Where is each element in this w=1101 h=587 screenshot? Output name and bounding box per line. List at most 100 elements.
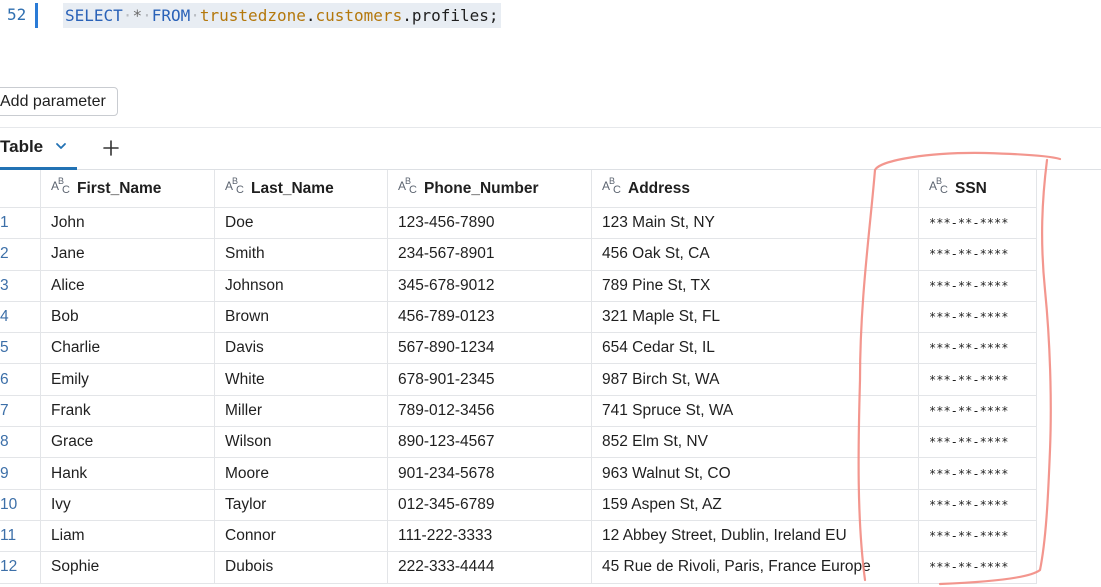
cell-address[interactable]: 852 Elm St, NV (591, 426, 919, 459)
row-index[interactable]: 10 (0, 489, 41, 521)
table-row[interactable]: 12 Sophie Dubois 222-333-4444 45 Rue de Rivo… (0, 551, 1037, 584)
row-index[interactable]: 2 (0, 238, 41, 271)
cell-phone-number[interactable]: 901-234-5678 (387, 457, 592, 490)
row-index[interactable]: 11 (0, 520, 41, 553)
row-index[interactable]: 12 (0, 551, 41, 584)
table-row[interactable]: 1 John Doe 123-456-7890 123 Main St, NY ***-*… (0, 207, 1037, 240)
cell-ssn[interactable]: ***-**-**** (918, 332, 1037, 365)
sql-code[interactable]: SELECT·*·FROM·trustedzone.customers.prof… (63, 3, 501, 28)
tab-table[interactable]: Table (0, 128, 77, 170)
table-row[interactable]: 5 Charlie Davis 567-890-1234 654 Cedar St, I… (0, 332, 1037, 365)
cell-first-name[interactable]: Charlie (40, 332, 215, 365)
cell-phone-number[interactable]: 012-345-6789 (387, 489, 592, 521)
cell-last-name[interactable]: Smith (214, 238, 388, 271)
cell-ssn[interactable]: ***-**-**** (918, 363, 1037, 396)
column-header-first-name[interactable]: ABC First_Name (40, 170, 215, 208)
active-line-marker (35, 3, 38, 28)
column-header-label: Last_Name (251, 179, 334, 197)
sql-editor-line[interactable]: 52 SELECT·*·FROM·trustedzone.customers.p… (0, 0, 1101, 30)
cell-first-name[interactable]: Liam (40, 520, 215, 553)
row-index[interactable]: 7 (0, 395, 41, 428)
cell-last-name[interactable]: Doe (214, 207, 388, 240)
cell-last-name[interactable]: Miller (214, 395, 388, 428)
cell-ssn[interactable]: ***-**-**** (918, 489, 1037, 521)
cell-ssn[interactable]: ***-**-**** (918, 426, 1037, 459)
cell-first-name[interactable]: Sophie (40, 551, 215, 584)
cell-last-name[interactable]: Johnson (214, 270, 388, 302)
cell-phone-number[interactable]: 222-333-4444 (387, 551, 592, 584)
cell-address[interactable]: 987 Birch St, WA (591, 363, 919, 396)
cell-phone-number[interactable]: 345-678-9012 (387, 270, 592, 302)
string-type-icon: ABC (602, 175, 621, 196)
cell-first-name[interactable]: Alice (40, 270, 215, 302)
cell-phone-number[interactable]: 890-123-4567 (387, 426, 592, 459)
cell-first-name[interactable]: Grace (40, 426, 215, 459)
cell-ssn[interactable]: ***-**-**** (918, 238, 1037, 271)
cell-phone-number[interactable]: 456-789-0123 (387, 301, 592, 334)
row-index[interactable]: 9 (0, 457, 41, 490)
cell-first-name[interactable]: Hank (40, 457, 215, 490)
cell-ssn[interactable]: ***-**-**** (918, 551, 1037, 584)
cell-address[interactable]: 321 Maple St, FL (591, 301, 919, 334)
column-header-address[interactable]: ABC Address (591, 170, 919, 208)
cell-ssn[interactable]: ***-**-**** (918, 301, 1037, 334)
cell-phone-number[interactable]: 567-890-1234 (387, 332, 592, 365)
cell-phone-number[interactable]: 678-901-2345 (387, 363, 592, 396)
catalog-name: trustedzone (199, 6, 306, 25)
cell-last-name[interactable]: Moore (214, 457, 388, 490)
column-header-phone-number[interactable]: ABC Phone_Number (387, 170, 592, 208)
cell-address[interactable]: 789 Pine St, TX (591, 270, 919, 302)
row-index[interactable]: 8 (0, 426, 41, 459)
row-index[interactable]: 6 (0, 363, 41, 396)
cell-ssn[interactable]: ***-**-**** (918, 520, 1037, 553)
cell-first-name[interactable]: Frank (40, 395, 215, 428)
cell-last-name[interactable]: Wilson (214, 426, 388, 459)
result-tab-bar: Table (0, 127, 1101, 170)
cell-last-name[interactable]: Davis (214, 332, 388, 365)
cell-address[interactable]: 159 Aspen St, AZ (591, 489, 919, 521)
cell-first-name[interactable]: Bob (40, 301, 215, 334)
cell-address[interactable]: 123 Main St, NY (591, 207, 919, 240)
table-row[interactable]: 11 Liam Connor 111-222-3333 12 Abbey Street,… (0, 520, 1037, 553)
table-row[interactable]: 4 Bob Brown 456-789-0123 321 Maple St, FL ***… (0, 301, 1037, 334)
column-header-last-name[interactable]: ABC Last_Name (214, 170, 388, 208)
table-row[interactable]: 3 Alice Johnson 345-678-9012 789 Pine St, TX… (0, 270, 1037, 302)
cell-first-name[interactable]: Ivy (40, 489, 215, 521)
cell-address[interactable]: 456 Oak St, CA (591, 238, 919, 271)
cell-last-name[interactable]: Brown (214, 301, 388, 334)
row-index[interactable]: 5 (0, 332, 41, 365)
cell-last-name[interactable]: Dubois (214, 551, 388, 584)
cell-phone-number[interactable]: 123-456-7890 (387, 207, 592, 240)
cell-last-name[interactable]: White (214, 363, 388, 396)
cell-ssn[interactable]: ***-**-**** (918, 270, 1037, 302)
row-index[interactable]: 4 (0, 301, 41, 334)
table-row[interactable]: 9 Hank Moore 901-234-5678 963 Walnut St, CO *… (0, 457, 1037, 490)
chevron-down-icon[interactable] (55, 141, 67, 151)
cell-ssn[interactable]: ***-**-**** (918, 395, 1037, 428)
cell-first-name[interactable]: Emily (40, 363, 215, 396)
cell-last-name[interactable]: Taylor (214, 489, 388, 521)
cell-phone-number[interactable]: 234-567-8901 (387, 238, 592, 271)
cell-ssn[interactable]: ***-**-**** (918, 207, 1037, 240)
column-header-ssn[interactable]: ABC SSN (918, 170, 1037, 208)
cell-first-name[interactable]: John (40, 207, 215, 240)
cell-address[interactable]: 654 Cedar St, IL (591, 332, 919, 365)
cell-ssn[interactable]: ***-**-**** (918, 457, 1037, 490)
cell-address[interactable]: 12 Abbey Street, Dublin, Ireland EU (591, 520, 919, 553)
cell-last-name[interactable]: Connor (214, 520, 388, 553)
cell-first-name[interactable]: Jane (40, 238, 215, 271)
table-row[interactable]: 6 Emily White 678-901-2345 987 Birch St, WA *… (0, 363, 1037, 396)
plus-icon[interactable] (102, 139, 120, 157)
cell-phone-number[interactable]: 789-012-3456 (387, 395, 592, 428)
table-row[interactable]: 10 Ivy Taylor 012-345-6789 159 Aspen St, AZ *… (0, 489, 1037, 521)
cell-address[interactable]: 45 Rue de Rivoli, Paris, France Europe (591, 551, 919, 584)
table-row[interactable]: 8 Grace Wilson 890-123-4567 852 Elm St, NV **… (0, 426, 1037, 459)
add-parameter-button[interactable]: Add parameter (0, 87, 118, 116)
table-row[interactable]: 7 Frank Miller 789-012-3456 741 Spruce St, W… (0, 395, 1037, 428)
table-row[interactable]: 2 Jane Smith 234-567-8901 456 Oak St, CA ***-… (0, 238, 1037, 271)
cell-phone-number[interactable]: 111-222-3333 (387, 520, 592, 553)
cell-address[interactable]: 741 Spruce St, WA (591, 395, 919, 428)
row-index[interactable]: 1 (0, 207, 41, 240)
cell-address[interactable]: 963 Walnut St, CO (591, 457, 919, 490)
row-index[interactable]: 3 (0, 270, 41, 302)
